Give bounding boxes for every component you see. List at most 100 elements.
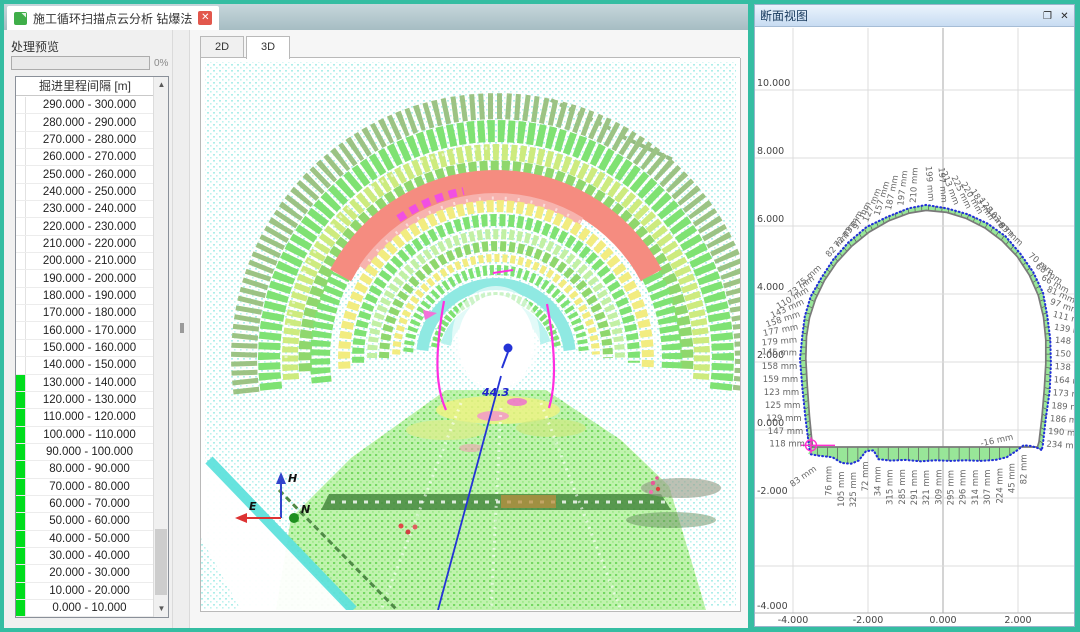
overbreak-label: 295 mm [947,470,957,506]
list-item[interactable]: 50.000 - 60.000 [16,513,153,531]
overbreak-label: 145 mm [761,347,797,358]
list-item[interactable]: 130.000 - 140.000 [16,374,153,392]
list-item[interactable]: 270.000 - 280.000 [16,131,153,150]
list-item[interactable]: 230.000 - 240.000 [16,201,153,219]
processed-indicator [16,443,26,461]
panel-splitter[interactable] [172,30,190,628]
overbreak-label: 199 mm [923,166,936,202]
interval-range: 240.000 - 250.000 [42,185,137,198]
processed-indicator [16,599,26,617]
list-item[interactable]: 80.000 - 90.000 [16,461,153,479]
north-axis-icon [289,513,299,523]
list-item[interactable]: 170.000 - 180.000 [16,305,153,323]
overbreak-label: 129 mm [766,414,802,424]
processed-indicator [16,253,26,270]
overbreak-label: 291 mm [910,470,920,506]
list-item[interactable]: 150.000 - 160.000 [16,339,153,358]
overbreak-label: 123 mm [764,388,800,398]
processed-indicator [16,183,26,201]
chevron-down-icon[interactable]: ▼ [154,601,169,617]
preview-label: 处理预览 [11,40,60,54]
section-panel-title: 断面视图 [760,9,809,23]
overbreak-label: 34 mm [873,466,883,496]
overbreak-label: 164 mm [1053,375,1074,387]
list-item[interactable]: 10.000 - 20.000 [16,582,153,600]
y-tick-label: -4.000 [757,601,788,612]
overbreak-label: 314 mm [971,470,981,506]
processed-indicator [16,495,26,513]
y-tick-label: -2.000 [757,486,788,497]
progress-percent: 0% [154,58,169,69]
list-item[interactable]: 180.000 - 190.000 [16,287,153,306]
x-tick-label: -4.000 [778,615,809,626]
interval-range: 110.000 - 120.000 [43,411,136,424]
section-panel-titlebar[interactable]: 断面视图 ❐ ✕ [755,5,1074,27]
axis-label-n: N [301,503,310,516]
interval-range: 150.000 - 160.000 [42,341,137,354]
float-window-icon[interactable]: ❐ [1041,10,1054,23]
point-cloud-viewport[interactable]: 44.3 H E N [200,58,762,614]
list-item[interactable]: 0.000 - 10.000 [16,599,153,618]
list-item[interactable]: 200.000 - 210.000 [16,253,153,271]
point-cloud-scene[interactable]: 44.3 H E N [201,58,762,614]
list-item[interactable]: 240.000 - 250.000 [16,183,153,202]
interval-range: 60.000 - 70.000 [49,498,130,511]
list-item[interactable]: 260.000 - 270.000 [16,149,153,167]
tab-3d[interactable]: 3D [246,36,290,59]
overbreak-label: 189 mm [1051,401,1074,413]
section-plot-area[interactable]: 10.000 8.000 6.000 4.000 2.000 0.000 -2.000 -4.… [755,28,1080,626]
interval-range: 80.000 - 90.000 [49,463,130,476]
processed-indicator [16,409,26,426]
viewport-panel: 2D 3D 44.3 H E N [190,30,762,628]
processed-indicator [16,166,26,183]
interval-range: 180.000 - 190.000 [42,289,137,302]
list-item[interactable]: 140.000 - 150.000 [16,357,153,375]
section-chart[interactable]: 10.000 8.000 6.000 4.000 2.000 0.000 -2.000 -4.… [755,28,1080,626]
list-item[interactable]: 120.000 - 130.000 [16,391,153,410]
list-item[interactable]: 250.000 - 260.000 [16,166,153,184]
x-tick-label: 2.000 [1004,615,1031,626]
x-tick-label: -2.000 [853,615,884,626]
overbreak-label: 224 mm [995,468,1005,504]
list-item[interactable]: 160.000 - 170.000 [16,322,153,340]
list-item[interactable]: 30.000 - 40.000 [16,547,153,566]
y-tick-label: 10.000 [757,78,790,89]
interval-range: 230.000 - 240.000 [42,203,137,216]
list-item[interactable]: 70.000 - 80.000 [16,478,153,496]
list-item[interactable]: 280.000 - 290.000 [16,114,153,132]
list-item[interactable]: 40.000 - 50.000 [16,530,153,548]
overbreak-label: 148 mm [1054,336,1074,348]
document-tab[interactable]: 施工循环扫描点云分析 钻爆法 ✕ [7,6,220,30]
processed-indicator [16,426,26,443]
list-item[interactable]: 20.000 - 30.000 [16,565,153,583]
tab-2d[interactable]: 2D [200,36,244,58]
list-item[interactable]: 190.000 - 200.000 [16,270,153,288]
overbreak-label: 118 mm [769,440,805,450]
chainage-annotation: 44.3 [481,386,509,399]
processed-indicator [16,357,26,374]
list-item[interactable]: 290.000 - 300.000 [16,97,153,115]
processed-indicator [16,218,26,235]
list-item[interactable]: 100.000 - 110.000 [16,426,153,444]
list-item[interactable]: 60.000 - 70.000 [16,495,153,514]
interval-range: 170.000 - 180.000 [42,307,137,320]
overbreak-label: 82 mm [1020,454,1030,484]
overbreak-label: 315 mm [886,470,896,506]
list-item[interactable]: 210.000 - 220.000 [16,235,153,254]
scrollbar-thumb[interactable] [155,529,167,595]
list-item[interactable]: 90.000 - 100.000 [16,443,153,462]
processed-indicator [16,322,26,339]
list-item[interactable]: 110.000 - 120.000 [16,409,153,427]
interval-range: 250.000 - 260.000 [42,168,137,181]
overbreak-label: 210 mm [909,167,921,203]
chevron-up-icon[interactable]: ▲ [154,77,169,93]
list-scrollbar[interactable]: ▲ ▼ [153,77,168,617]
processed-indicator [16,547,26,565]
close-icon[interactable]: ✕ [198,11,213,25]
interval-range: 30.000 - 40.000 [49,550,130,563]
interval-range: 50.000 - 60.000 [49,515,130,528]
interval-range: 100.000 - 110.000 [43,428,136,441]
processed-indicator [16,131,26,149]
close-icon[interactable]: ✕ [1058,10,1071,23]
list-item[interactable]: 220.000 - 230.000 [16,218,153,236]
